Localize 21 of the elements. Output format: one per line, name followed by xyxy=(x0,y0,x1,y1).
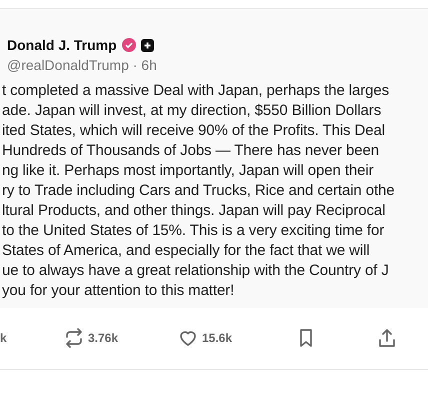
repost-icon xyxy=(64,328,84,348)
repost-button[interactable]: 3.76k xyxy=(64,328,118,348)
post-text-line: you for your attention to this matter! xyxy=(1,281,236,301)
post-text-line: ue to always have a great relationship with the Country of J xyxy=(1,261,390,281)
handle-and-time: @realDonaldTrump · 6h xyxy=(6,56,158,75)
post-text-line: ng like it. Perhaps most importantly, Japan will open their xyxy=(1,161,375,181)
post-text-line: Hundreds of Thousands of Jobs — There has never been xyxy=(1,141,380,161)
reply-button[interactable]: k xyxy=(0,328,7,348)
post-text-line: States of America, and especially for the fact that we will xyxy=(1,241,371,261)
post-text-line: to the United States of 15%. This is a very exciting time for xyxy=(1,221,386,241)
post-text-line: ltural Products, and other things. Japan will pay Reciprocal xyxy=(1,201,386,221)
plus-icon[interactable] xyxy=(140,38,154,52)
post-text-line: ry to Trade including Cars and Trucks, Rice and certain othe xyxy=(1,181,396,201)
heart-icon xyxy=(178,328,198,348)
post-text-line: ited States, which will receive 90% of the Profits. This Deal xyxy=(1,121,386,141)
like-button[interactable]: 15.6k xyxy=(178,328,232,348)
post-text-line: ade. Japan will invest, at my direction, $550 Billion Dollars xyxy=(1,101,382,121)
author-name[interactable]: Donald J. Trump xyxy=(7,34,117,56)
share-button[interactable] xyxy=(377,328,397,348)
share-icon xyxy=(377,328,397,348)
post-text-line: t completed a massive Deal with Japan, perhaps the larges xyxy=(1,81,390,101)
